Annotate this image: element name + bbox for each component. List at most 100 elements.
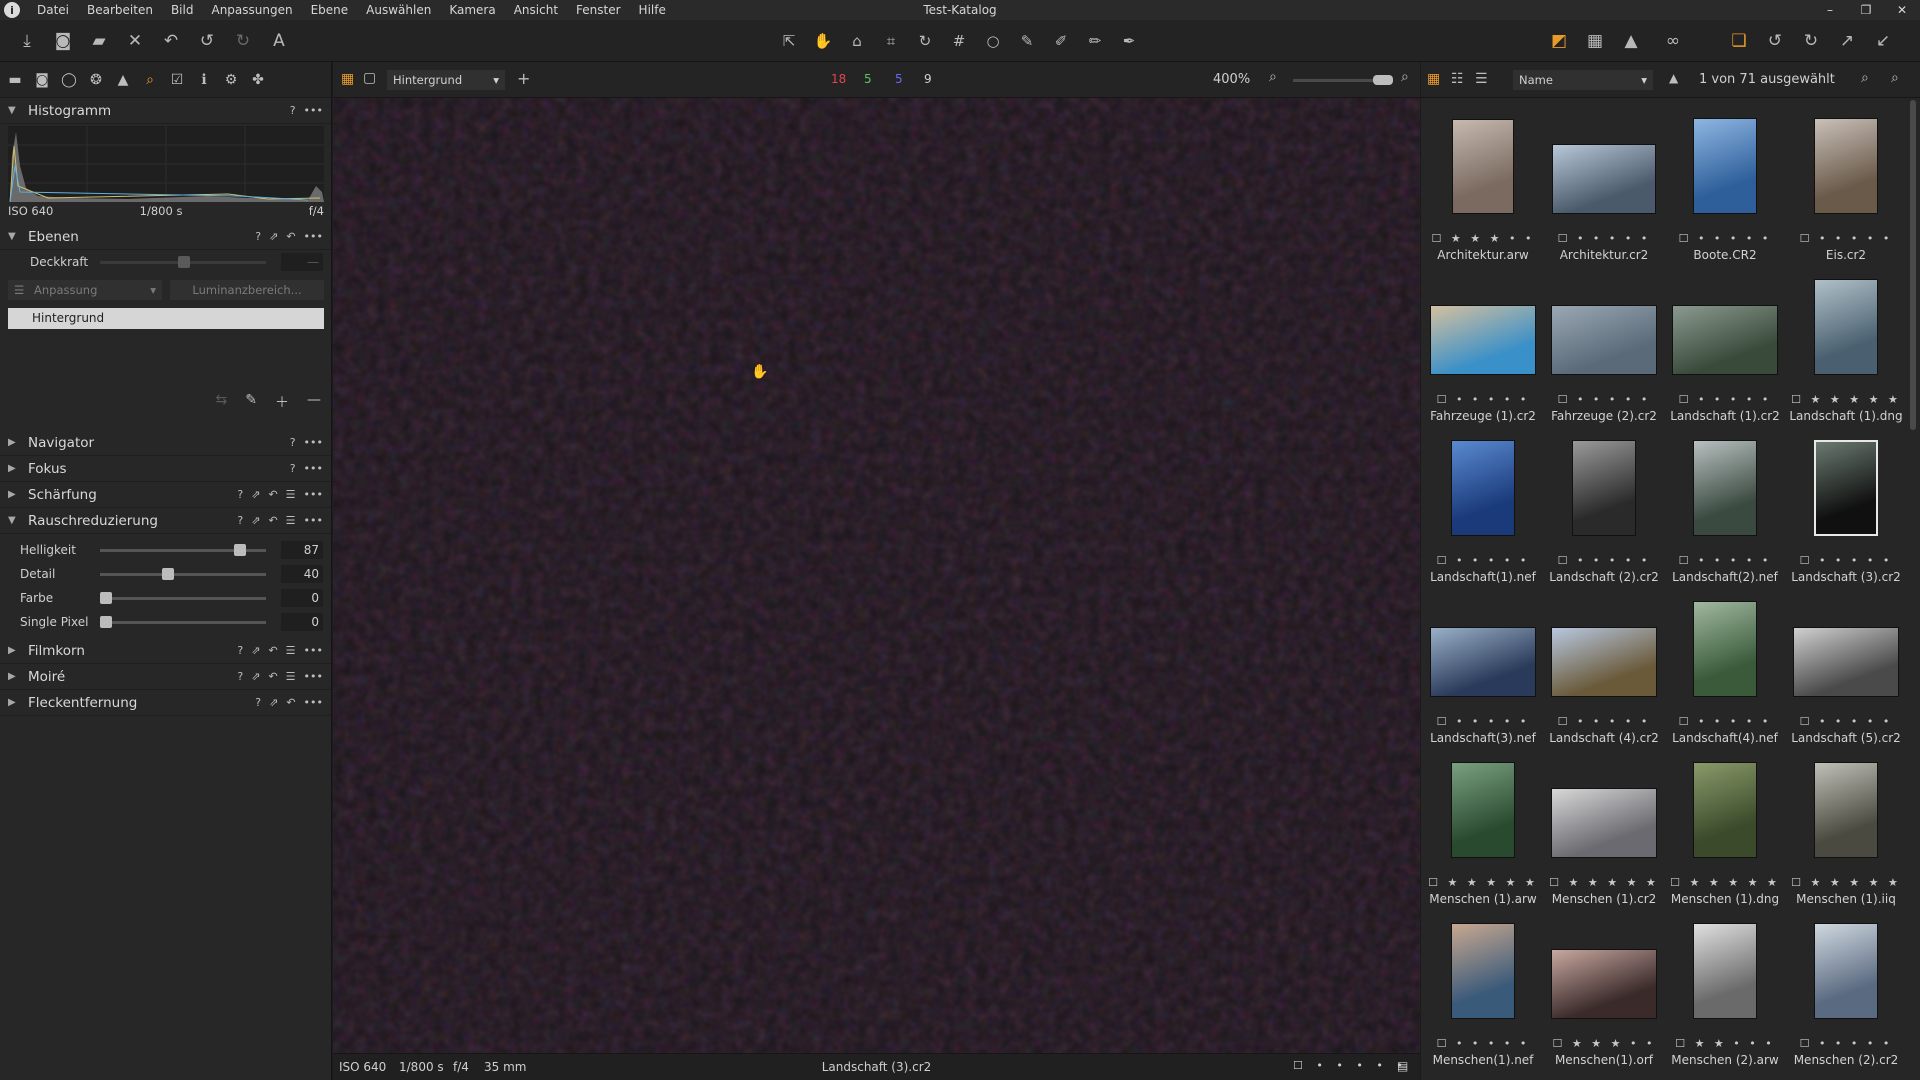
- thumbnail[interactable]: ☐ • • • • • Menschen(1).nef: [1423, 919, 1543, 1079]
- text-tool-icon[interactable]: A: [268, 30, 290, 52]
- thumbnail[interactable]: ☐ ★ ★ ★ ★ ★ Menschen (1).dng: [1665, 758, 1785, 918]
- detail-value[interactable]: 40: [281, 565, 323, 583]
- exposure-tab-icon[interactable]: ▲: [114, 71, 132, 89]
- thumbnail-image[interactable]: [1430, 627, 1536, 697]
- thumbnail-rating[interactable]: ☐ • • • • •: [1786, 232, 1906, 245]
- before-after-icon[interactable]: ◩: [1548, 30, 1570, 52]
- reset-section-icon[interactable]: ↶: [268, 488, 277, 501]
- restore-icon[interactable]: ❐: [1848, 0, 1884, 20]
- thumbnail-image[interactable]: [1814, 440, 1878, 536]
- help-icon[interactable]: ?: [237, 670, 243, 683]
- thumbnail-rating[interactable]: ☐ ★ ★ ★ ★ ★: [1786, 876, 1906, 889]
- eraser-tool-icon[interactable]: ✏: [1084, 30, 1106, 52]
- thumbnail[interactable]: ☐ • • • • • Landschaft (2).cr2: [1544, 436, 1664, 596]
- count-red[interactable]: 18: [831, 72, 846, 86]
- single-pixel-track[interactable]: [100, 621, 266, 624]
- status-rating[interactable]: ☐ • • • • •: [1293, 1059, 1408, 1072]
- crop-tool-icon[interactable]: ⌗: [880, 30, 902, 52]
- sort-direction-icon[interactable]: ▲: [1669, 71, 1678, 85]
- thumbnail-rating[interactable]: ☐ • • • • •: [1423, 715, 1543, 728]
- help-icon[interactable]: ?: [237, 514, 243, 527]
- thumbnail[interactable]: ☐ • • • • • Fahrzeuge (1).cr2: [1423, 275, 1543, 435]
- copy-icon[interactable]: ⇗: [269, 230, 278, 243]
- thumbnail[interactable]: ☐ ★ ★ ★ • • Architektur.arw: [1423, 114, 1543, 274]
- metadata-tab-icon[interactable]: ℹ: [195, 71, 213, 89]
- spot-header[interactable]: ▶ Fleckentfernung ? ⇗ ↶ •••: [0, 690, 331, 716]
- thumbnail-rating[interactable]: ☐ ★ ★ ★ ★ ★: [1423, 876, 1543, 889]
- thumbnail[interactable]: ☐ ★ ★ ★ ★ ★ Menschen (1).iiq: [1786, 758, 1906, 918]
- grain-header[interactable]: ▶ Filmkorn ? ⇗ ↶ ☰ •••: [0, 638, 331, 664]
- thumbnail-rating[interactable]: ☐ • • • • •: [1786, 1037, 1906, 1050]
- layer-select[interactable]: Hintergrund ▾: [387, 70, 505, 90]
- thumbnail[interactable]: ☐ ★ ★ • • • Menschen (2).arw: [1665, 919, 1785, 1079]
- help-icon[interactable]: ?: [255, 230, 261, 243]
- add-layer-icon[interactable]: ＋: [275, 392, 289, 412]
- color-track[interactable]: [100, 597, 266, 600]
- output-tab-icon[interactable]: ⚙: [222, 71, 240, 89]
- menu-item[interactable]: Hilfe: [630, 3, 675, 17]
- thumbnail-rating[interactable]: ☐ ★ ★ • • •: [1665, 1037, 1785, 1050]
- thumbnail-image[interactable]: [1814, 923, 1878, 1019]
- thumbnail[interactable]: ☐ • • • • • Landschaft(3).nef: [1423, 597, 1543, 757]
- reset-section-icon[interactable]: ↶: [268, 644, 277, 657]
- details-tab-icon[interactable]: ⌕: [141, 71, 159, 89]
- thumbnail[interactable]: ☐ • • • • • Boote.CR2: [1665, 114, 1785, 274]
- thumbnail-rating[interactable]: ☐ • • • • •: [1786, 715, 1906, 728]
- presets-icon[interactable]: ☰: [286, 488, 296, 501]
- thumbnail-image[interactable]: [1693, 762, 1757, 858]
- navigator-header[interactable]: ▶ Navigator ? •••: [0, 430, 331, 456]
- thumbnail-image[interactable]: [1451, 440, 1515, 536]
- focus-header[interactable]: ▶ Fokus ? •••: [0, 456, 331, 482]
- thumbnail-rating[interactable]: ☐ ★ ★ ★ ★ ★: [1665, 876, 1785, 889]
- help-icon[interactable]: ?: [290, 436, 296, 449]
- menu-item[interactable]: Kamera: [440, 3, 504, 17]
- presets-icon[interactable]: ☰: [286, 514, 296, 527]
- more-icon[interactable]: •••: [304, 514, 323, 527]
- keystone-tool-icon[interactable]: #: [948, 30, 970, 52]
- list-view-icon[interactable]: ☷: [1451, 71, 1464, 87]
- filter-icon[interactable]: ⌕: [1861, 70, 1869, 86]
- thumbnail-rating[interactable]: ☐ • • • • •: [1544, 715, 1664, 728]
- thumbnail[interactable]: ☐ • • • • • Landschaft(4).nef: [1665, 597, 1785, 757]
- thumbnail-image[interactable]: [1672, 305, 1778, 375]
- thumbnail-image[interactable]: [1693, 923, 1757, 1019]
- copy-adjustments-icon[interactable]: ❏: [1728, 30, 1750, 52]
- thumbnail-rating[interactable]: ☐ • • • • •: [1544, 554, 1664, 567]
- detail-track[interactable]: [100, 573, 266, 576]
- proof-glasses-icon[interactable]: ∞: [1656, 30, 1690, 52]
- count-total[interactable]: 9: [924, 72, 932, 86]
- delete-icon[interactable]: ✕: [124, 30, 146, 52]
- thumbnail-image[interactable]: [1551, 788, 1657, 858]
- help-icon[interactable]: ?: [255, 696, 261, 709]
- thumbnail-rating[interactable]: ☐ • • • • •: [1544, 393, 1664, 406]
- menu-item[interactable]: Datei: [28, 3, 78, 17]
- count-green[interactable]: 5: [864, 72, 872, 86]
- opacity-knob[interactable]: [178, 256, 190, 268]
- single-view-icon[interactable]: ▢: [363, 70, 376, 86]
- more-icon[interactable]: •••: [304, 670, 323, 683]
- thumbnail[interactable]: ☐ • • • • • Landschaft (3).cr2: [1786, 436, 1906, 596]
- thumbnail-rating[interactable]: ☐ • • • • •: [1665, 715, 1785, 728]
- thumbnail-image[interactable]: [1814, 279, 1878, 375]
- more-icon[interactable]: •••: [304, 462, 323, 475]
- redo-icon[interactable]: ↻: [232, 30, 254, 52]
- select-tool-icon[interactable]: ⇱: [778, 30, 800, 52]
- rotate-tool-icon[interactable]: ↻: [914, 30, 936, 52]
- thumbnail-image[interactable]: [1552, 144, 1656, 214]
- single-pixel-knob[interactable]: [100, 616, 112, 628]
- thumbnail-rating[interactable]: ☐ • • • • •: [1665, 393, 1785, 406]
- thumbnail[interactable]: ☐ • • • • • Eis.cr2: [1786, 114, 1906, 274]
- thumbnail-rating[interactable]: ☐ ★ ★ ★ • •: [1423, 232, 1543, 245]
- undo-icon[interactable]: ↺: [196, 30, 218, 52]
- thumbnail[interactable]: ☐ ★ ★ ★ ★ ★ Menschen (1).cr2: [1544, 758, 1664, 918]
- thumbnail[interactable]: ☐ • • • • • Landschaft (1).cr2: [1665, 275, 1785, 435]
- library-tab-icon[interactable]: ▬: [6, 71, 24, 89]
- brush-tool-icon[interactable]: ✐: [1050, 30, 1072, 52]
- color-value[interactable]: 0: [281, 589, 323, 607]
- brightness-knob[interactable]: [233, 544, 246, 556]
- thumbnail-image[interactable]: [1551, 627, 1657, 697]
- thumbnail-rating[interactable]: ☐ ★ ★ ★ ★ ★: [1786, 393, 1906, 406]
- more-icon[interactable]: •••: [304, 230, 323, 243]
- thumbnail-image[interactable]: [1451, 923, 1515, 1019]
- menu-item[interactable]: Ebene: [302, 3, 358, 17]
